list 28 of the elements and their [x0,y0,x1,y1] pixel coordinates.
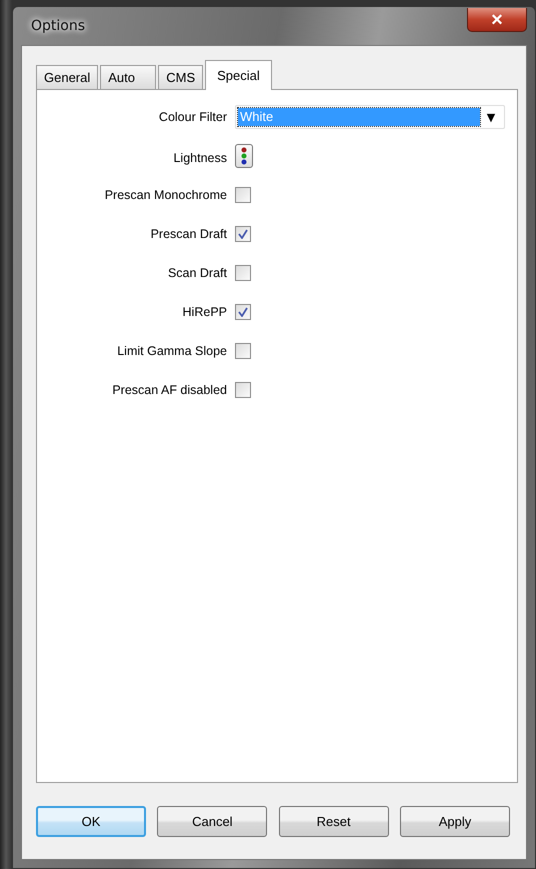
tab[interactable]: General [36,65,98,89]
window-title: Options [30,18,86,34]
lightness-button[interactable] [235,144,253,168]
option-label: HiRePP [182,305,227,319]
dropdown-arrow-icon: ▼ [480,110,502,124]
option-label: Colour Filter [158,110,227,124]
close-button[interactable]: × [467,8,527,32]
option-label: Prescan Monochrome [104,188,227,202]
tab[interactable]: Special [205,60,272,90]
dialog-button[interactable]: Reset [278,806,389,836]
tab[interactable]: Auto [100,65,156,89]
dialog-button[interactable]: Apply [400,806,510,836]
option-label: Scan Draft [166,266,227,280]
colour-filter-dropdown[interactable]: White ▼ [235,105,505,129]
tab[interactable]: CMS [158,65,204,89]
dots-icon [241,147,247,165]
option-label: Prescan Draft [150,227,227,241]
option-label: Prescan AF disabled [111,383,227,397]
option-label: Limit Gamma Slope [116,344,227,358]
option-label: Lightness [172,150,227,164]
checkbox[interactable] [235,304,251,320]
checkbox[interactable] [235,382,251,398]
dialog-button[interactable]: Cancel [157,806,268,836]
checkbox[interactable] [235,343,251,359]
checkbox[interactable] [235,187,251,203]
checkbox[interactable] [235,265,251,281]
dialog-button[interactable]: OK [36,806,146,836]
checkbox[interactable] [235,226,251,242]
